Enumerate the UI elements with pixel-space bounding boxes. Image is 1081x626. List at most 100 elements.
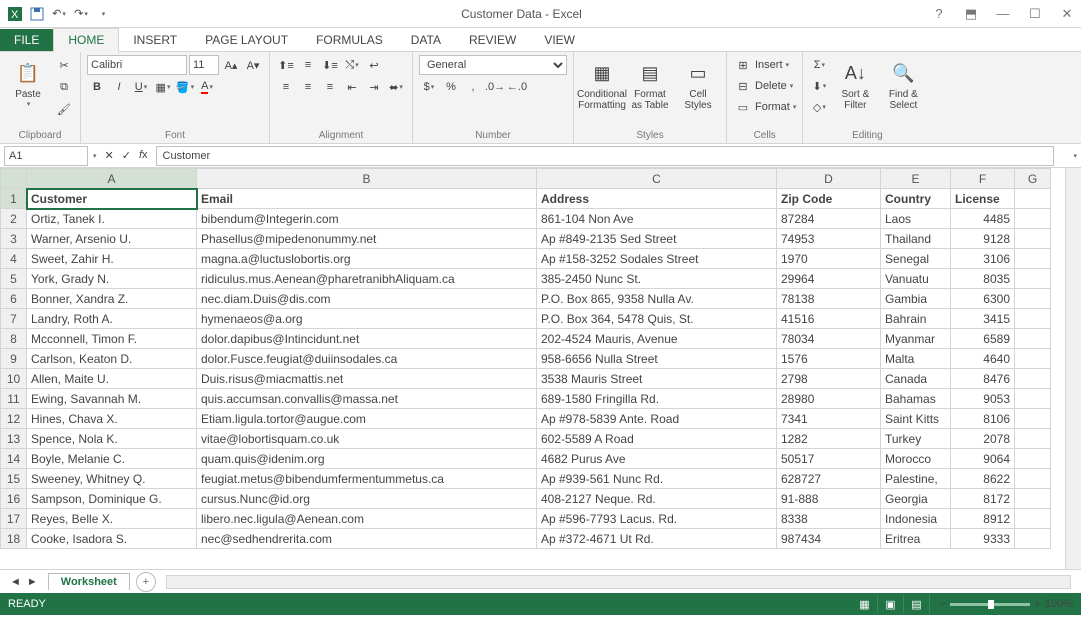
cell[interactable]: 41516: [777, 309, 881, 329]
cell[interactable]: 9128: [951, 229, 1015, 249]
increase-decimal-icon[interactable]: .0→: [485, 77, 505, 97]
align-center-icon[interactable]: ≡: [298, 77, 318, 97]
maximize-icon[interactable]: ☐: [1025, 6, 1045, 22]
qat-customize-icon[interactable]: ▾: [92, 3, 114, 25]
zoom-level[interactable]: 100%: [1045, 598, 1073, 610]
column-header[interactable]: D: [777, 169, 881, 189]
row-header[interactable]: 16: [1, 489, 27, 509]
sheet-nav-next-icon[interactable]: ►: [27, 576, 38, 588]
cell[interactable]: Carlson, Keaton D.: [27, 349, 197, 369]
cell[interactable]: 4682 Purus Ave: [537, 449, 777, 469]
row-header[interactable]: 15: [1, 469, 27, 489]
cell[interactable]: Canada: [881, 369, 951, 389]
cell[interactable]: York, Grady N.: [27, 269, 197, 289]
cell[interactable]: Bahamas: [881, 389, 951, 409]
cell[interactable]: [1015, 489, 1051, 509]
page-break-view-icon[interactable]: ▤: [904, 595, 930, 613]
cell[interactable]: License: [951, 189, 1015, 209]
cell[interactable]: 9053: [951, 389, 1015, 409]
cell[interactable]: Ewing, Savannah M.: [27, 389, 197, 409]
cell[interactable]: 9333: [951, 529, 1015, 549]
cell[interactable]: 8035: [951, 269, 1015, 289]
currency-icon[interactable]: $▾: [419, 77, 439, 97]
cell[interactable]: Sweeney, Whitney Q.: [27, 469, 197, 489]
decrease-font-icon[interactable]: A▾: [243, 55, 263, 75]
cell[interactable]: Customer: [27, 189, 197, 209]
cell[interactable]: 7341: [777, 409, 881, 429]
cell[interactable]: [1015, 189, 1051, 209]
row-header[interactable]: 14: [1, 449, 27, 469]
cell[interactable]: 987434: [777, 529, 881, 549]
cell[interactable]: 87284: [777, 209, 881, 229]
cell[interactable]: libero.nec.ligula@Aenean.com: [197, 509, 537, 529]
tab-insert[interactable]: INSERT: [119, 29, 191, 51]
cell[interactable]: 1576: [777, 349, 881, 369]
merge-center-icon[interactable]: ⬌▾: [386, 77, 406, 97]
row-header[interactable]: 10: [1, 369, 27, 389]
cell[interactable]: Address: [537, 189, 777, 209]
cell[interactable]: Mcconnell, Timon F.: [27, 329, 197, 349]
cell[interactable]: 91-888: [777, 489, 881, 509]
expand-formula-bar-icon[interactable]: ▾: [1073, 152, 1077, 160]
tab-data[interactable]: DATA: [397, 29, 455, 51]
name-box[interactable]: [4, 146, 88, 166]
cell[interactable]: Etiam.ligula.tortor@augue.com: [197, 409, 537, 429]
copy-icon[interactable]: ⧉: [54, 77, 74, 97]
cell[interactable]: Duis.risus@miacmattis.net: [197, 369, 537, 389]
row-header[interactable]: 9: [1, 349, 27, 369]
cell[interactable]: Email: [197, 189, 537, 209]
row-header[interactable]: 2: [1, 209, 27, 229]
zoom-control[interactable]: − + 100%: [940, 598, 1073, 610]
cell[interactable]: Sweet, Zahir H.: [27, 249, 197, 269]
tab-page-layout[interactable]: PAGE LAYOUT: [191, 29, 302, 51]
cell[interactable]: Ortiz, Tanek I.: [27, 209, 197, 229]
delete-cells-icon[interactable]: ⊟: [733, 76, 753, 96]
cell[interactable]: 628727: [777, 469, 881, 489]
cell[interactable]: 50517: [777, 449, 881, 469]
page-layout-view-icon[interactable]: ▣: [878, 595, 904, 613]
cell[interactable]: Hines, Chava X.: [27, 409, 197, 429]
cell[interactable]: 78138: [777, 289, 881, 309]
cell[interactable]: 28980: [777, 389, 881, 409]
cell[interactable]: Spence, Nola K.: [27, 429, 197, 449]
cell[interactable]: 689-1580 Fringilla Rd.: [537, 389, 777, 409]
cell[interactable]: 8106: [951, 409, 1015, 429]
cell[interactable]: quam.quis@idenim.org: [197, 449, 537, 469]
cell[interactable]: 6589: [951, 329, 1015, 349]
cell[interactable]: Sampson, Dominique G.: [27, 489, 197, 509]
cancel-formula-icon[interactable]: ✕: [105, 149, 114, 162]
cell[interactable]: hymenaeos@a.org: [197, 309, 537, 329]
select-all-cell[interactable]: [1, 169, 27, 189]
conditional-formatting-button[interactable]: ▦Conditional Formatting: [580, 55, 624, 111]
normal-view-icon[interactable]: ▦: [852, 595, 878, 613]
zoom-out-icon[interactable]: −: [940, 598, 946, 610]
increase-font-icon[interactable]: A▴: [221, 55, 241, 75]
cell[interactable]: 3538 Mauris Street: [537, 369, 777, 389]
cell[interactable]: cursus.Nunc@id.org: [197, 489, 537, 509]
font-size-input[interactable]: [189, 55, 219, 75]
cell[interactable]: 8476: [951, 369, 1015, 389]
find-select-button[interactable]: 🔍Find & Select: [881, 55, 925, 111]
insert-cells-icon[interactable]: ⊞: [733, 55, 753, 75]
cell[interactable]: [1015, 329, 1051, 349]
percent-icon[interactable]: %: [441, 77, 461, 97]
cell[interactable]: 1970: [777, 249, 881, 269]
decrease-indent-icon[interactable]: ⇤: [342, 77, 362, 97]
cell[interactable]: Country: [881, 189, 951, 209]
cell[interactable]: 408-2127 Neque. Rd.: [537, 489, 777, 509]
redo-icon[interactable]: ↷▾: [70, 3, 92, 25]
autosum-icon[interactable]: Σ▾: [809, 55, 829, 75]
cell[interactable]: Morocco: [881, 449, 951, 469]
cell[interactable]: [1015, 369, 1051, 389]
cell[interactable]: Bahrain: [881, 309, 951, 329]
row-header[interactable]: 5: [1, 269, 27, 289]
orientation-icon[interactable]: ⤭▾: [342, 55, 362, 75]
cell[interactable]: feugiat.metus@bibendumfermentummetus.ca: [197, 469, 537, 489]
cell[interactable]: Reyes, Belle X.: [27, 509, 197, 529]
row-header[interactable]: 4: [1, 249, 27, 269]
paste-button[interactable]: 📋 Paste▾: [6, 55, 50, 108]
cell[interactable]: P.O. Box 865, 9358 Nulla Av.: [537, 289, 777, 309]
cell[interactable]: quis.accumsan.convallis@massa.net: [197, 389, 537, 409]
undo-icon[interactable]: ↶▾: [48, 3, 70, 25]
cell[interactable]: Myanmar: [881, 329, 951, 349]
